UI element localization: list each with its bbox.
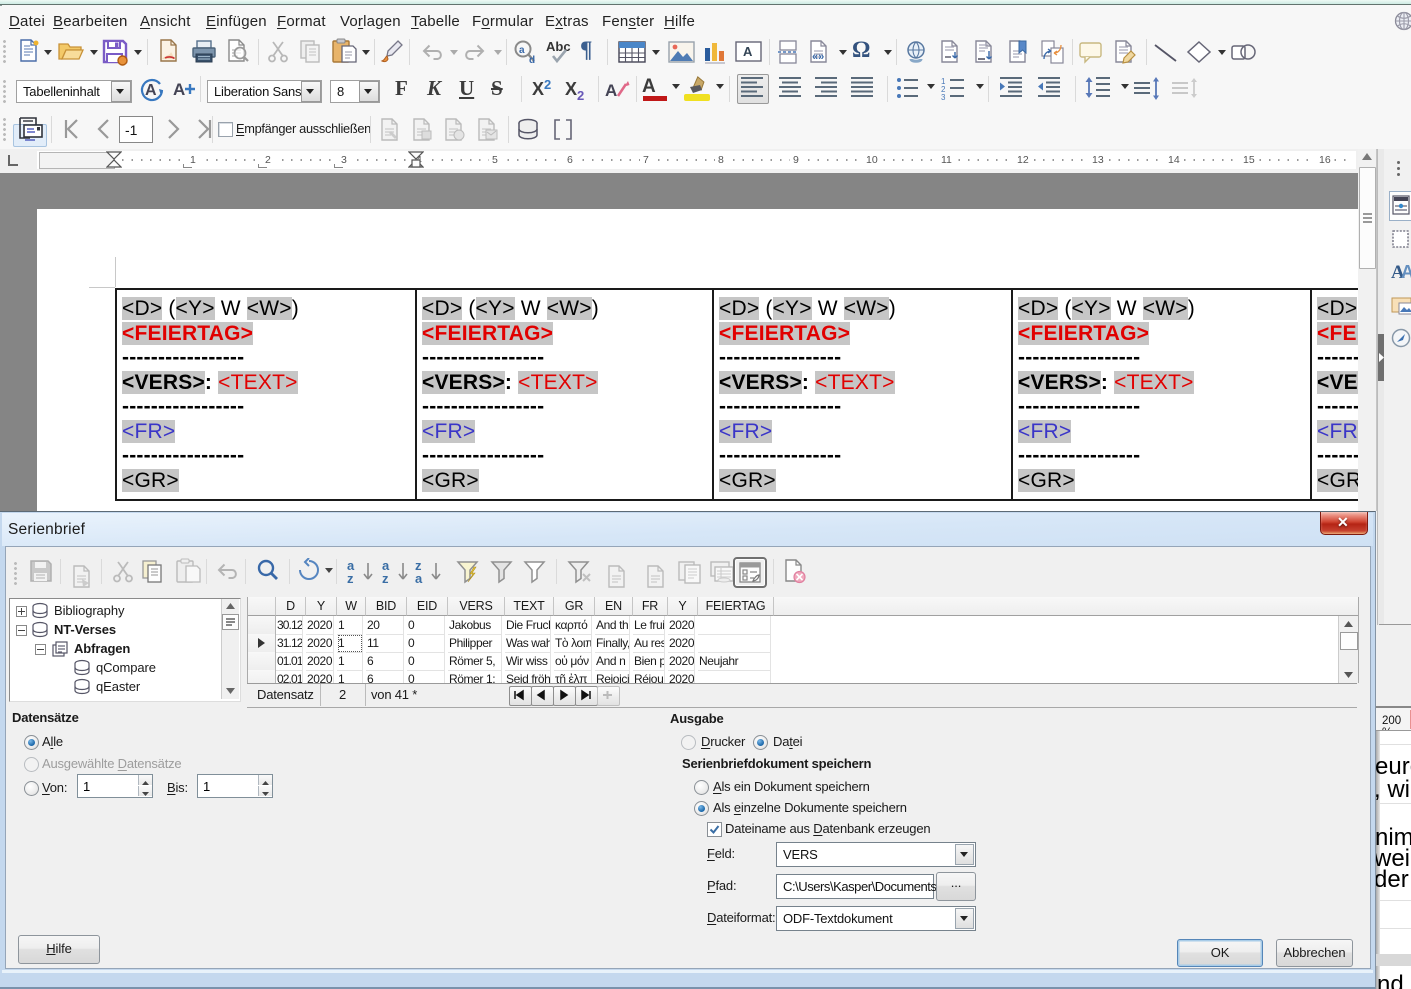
svg-text:a: a <box>519 45 525 56</box>
svg-text:d: d <box>529 55 535 65</box>
svg-text:A: A <box>145 82 157 99</box>
svg-text:A: A <box>173 80 185 99</box>
svg-text:A: A <box>605 81 617 100</box>
svg-text:z: z <box>382 571 389 584</box>
svg-text:a: a <box>415 571 423 584</box>
svg-text:«»: «» <box>812 51 824 63</box>
svg-text:Abc: Abc <box>546 39 571 54</box>
svg-text:A: A <box>743 44 753 59</box>
svg-text:A: A <box>1401 262 1411 282</box>
svg-text:z: z <box>347 571 354 584</box>
svg-text:3: 3 <box>941 93 946 101</box>
